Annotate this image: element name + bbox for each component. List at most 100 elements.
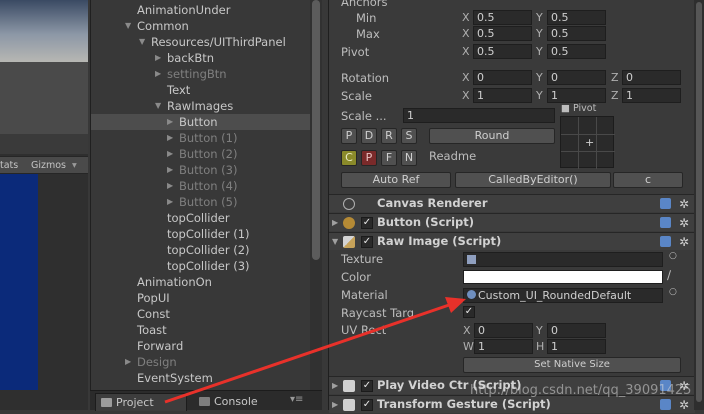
- hierarchy-item[interactable]: AnimationOn: [91, 274, 313, 290]
- hierarchy-scroll-thumb[interactable]: [312, 0, 320, 260]
- gizmos-button[interactable]: Gizmos: [31, 160, 66, 171]
- hierarchy-item[interactable]: ▼ Common: [91, 18, 313, 34]
- expand-arrow-icon[interactable]: ▶: [167, 178, 173, 194]
- play-video-enabled-checkbox[interactable]: ✓: [361, 380, 373, 392]
- expand-arrow-icon[interactable]: ▶: [332, 396, 338, 413]
- round-button[interactable]: Round: [429, 128, 555, 144]
- scale-y-field[interactable]: 1: [547, 88, 606, 103]
- rotation-y-field[interactable]: 0: [547, 70, 606, 85]
- hierarchy-item[interactable]: topCollider (3): [91, 258, 313, 274]
- hierarchy-item[interactable]: ▶ Button (4): [91, 178, 313, 194]
- transform-gesture-header[interactable]: ▶ ✓ Transform Gesture (Script) ✲: [329, 395, 695, 413]
- gear-icon[interactable]: ✲: [679, 215, 689, 232]
- called-by-editor-button[interactable]: CalledByEditor(): [455, 172, 611, 188]
- button-script-header[interactable]: ▶ ✓ Button (Script) ✲: [329, 213, 695, 231]
- scale-z-field[interactable]: 1: [622, 88, 681, 103]
- panel-menu-icon[interactable]: ▾≡: [290, 394, 303, 405]
- help-icon[interactable]: [660, 236, 671, 247]
- raw-image-enabled-checkbox[interactable]: ✓: [361, 236, 373, 248]
- hierarchy-item[interactable]: ▶ Button (1): [91, 130, 313, 146]
- r-button[interactable]: R: [381, 128, 397, 144]
- auto-ref-button[interactable]: Auto Ref: [341, 172, 451, 188]
- hierarchy-item[interactable]: topCollider (1): [91, 226, 313, 242]
- hierarchy-item[interactable]: ▶ Design: [91, 354, 313, 370]
- hierarchy-item[interactable]: ▶ settingBtn: [91, 66, 313, 82]
- gear-icon[interactable]: ✲: [679, 196, 689, 213]
- uv-x-field[interactable]: 0: [474, 323, 533, 338]
- expand-arrow-icon[interactable]: ▶: [167, 162, 173, 178]
- gear-icon[interactable]: ✲: [679, 234, 689, 251]
- stats-button[interactable]: tats: [0, 160, 18, 171]
- scale-dots-field[interactable]: 1: [403, 108, 555, 123]
- canvas-renderer-header[interactable]: Canvas Renderer ✲: [329, 194, 695, 212]
- rotation-z-field[interactable]: 0: [622, 70, 681, 85]
- expand-arrow-icon[interactable]: ▶: [332, 214, 338, 231]
- expand-arrow-icon[interactable]: ▶: [167, 114, 173, 130]
- collapse-arrow-icon[interactable]: ▼: [139, 34, 145, 50]
- gear-icon[interactable]: ✲: [679, 397, 689, 414]
- texture-field[interactable]: [463, 252, 663, 267]
- hierarchy-item[interactable]: Text: [91, 82, 313, 98]
- set-native-size-button[interactable]: Set Native Size: [463, 357, 681, 373]
- anchor-presets-grid[interactable]: +: [560, 116, 615, 169]
- hierarchy-item[interactable]: EventSystem: [91, 370, 313, 386]
- transform-gesture-enabled-checkbox[interactable]: ✓: [361, 399, 373, 411]
- hierarchy-item[interactable]: Toast: [91, 322, 313, 338]
- tab-console[interactable]: Console: [194, 393, 274, 411]
- anchor-min-x-field[interactable]: 0.5: [473, 10, 532, 25]
- d-button[interactable]: D: [361, 128, 377, 144]
- anchor-min-y-field[interactable]: 0.5: [547, 10, 606, 25]
- hierarchy-item[interactable]: ▼ Resources/UIThirdPanel: [91, 34, 313, 50]
- hierarchy-item[interactable]: ▼ RawImages: [91, 98, 313, 114]
- tab-project[interactable]: Project: [95, 393, 187, 411]
- hierarchy-item[interactable]: AnimationUnder: [91, 2, 313, 18]
- hierarchy-item[interactable]: Forward: [91, 338, 313, 354]
- hierarchy-item[interactable]: topCollider: [91, 210, 313, 226]
- scale-x-field[interactable]: 1: [473, 88, 532, 103]
- collapse-arrow-icon[interactable]: ▼: [125, 18, 131, 34]
- collapse-arrow-icon[interactable]: ▼: [332, 233, 338, 250]
- expand-arrow-icon[interactable]: ▶: [167, 146, 173, 162]
- uv-h-field[interactable]: 1: [547, 339, 606, 354]
- help-icon[interactable]: [660, 198, 671, 209]
- hierarchy-item[interactable]: topCollider (2): [91, 242, 313, 258]
- object-picker-icon[interactable]: ○: [669, 251, 677, 261]
- s-button[interactable]: S: [401, 128, 417, 144]
- expand-arrow-icon[interactable]: ▶: [332, 377, 338, 394]
- expand-arrow-icon[interactable]: ▶: [167, 130, 173, 146]
- pivot-x-field[interactable]: 0.5: [473, 44, 532, 59]
- hierarchy-item[interactable]: PopUI: [91, 290, 313, 306]
- help-icon[interactable]: [660, 217, 671, 228]
- expand-arrow-icon[interactable]: ▶: [155, 66, 161, 82]
- uv-y-field[interactable]: 0: [547, 323, 606, 338]
- f-button[interactable]: F: [381, 150, 397, 166]
- gear-icon[interactable]: ✲: [679, 378, 689, 395]
- hierarchy-item[interactable]: ▶ backBtn: [91, 50, 313, 66]
- p-red-button[interactable]: P: [361, 150, 377, 166]
- c-button[interactable]: C: [341, 150, 357, 166]
- expand-arrow-icon[interactable]: ▶: [155, 50, 161, 66]
- gizmos-dropdown-icon[interactable]: ▾: [72, 160, 77, 171]
- hierarchy-item[interactable]: ▶ Button (2): [91, 146, 313, 162]
- expand-arrow-icon[interactable]: ▶: [125, 354, 131, 370]
- expand-arrow-icon[interactable]: ▶: [167, 194, 173, 210]
- inspector-scroll-thumb[interactable]: [696, 2, 702, 402]
- help-icon[interactable]: [660, 399, 671, 410]
- hierarchy-item[interactable]: ▶ Button: [91, 114, 313, 130]
- hierarchy-item[interactable]: ▶ Button (3): [91, 162, 313, 178]
- color-swatch[interactable]: [463, 270, 663, 284]
- hierarchy-item[interactable]: Const: [91, 306, 313, 322]
- pivot-y-field[interactable]: 0.5: [547, 44, 606, 59]
- raycast-target-checkbox[interactable]: ✓: [463, 306, 475, 318]
- material-field[interactable]: Custom_UI_RoundedDefault: [463, 288, 663, 303]
- rotation-x-field[interactable]: 0: [473, 70, 532, 85]
- eyedropper-icon[interactable]: ∕: [667, 268, 671, 282]
- p-button[interactable]: P: [341, 128, 357, 144]
- uv-w-field[interactable]: 1: [474, 339, 533, 354]
- anchor-max-x-field[interactable]: 0.5: [473, 26, 532, 41]
- hierarchy-item[interactable]: ▶ Button (5): [91, 194, 313, 210]
- n-button[interactable]: N: [401, 150, 417, 166]
- help-icon[interactable]: [660, 380, 671, 391]
- play-video-header[interactable]: ▶ ✓ Play Video Ctr (Script) ✲: [329, 376, 695, 394]
- raw-image-header[interactable]: ▼ ✓ Raw Image (Script) ✲: [329, 232, 695, 250]
